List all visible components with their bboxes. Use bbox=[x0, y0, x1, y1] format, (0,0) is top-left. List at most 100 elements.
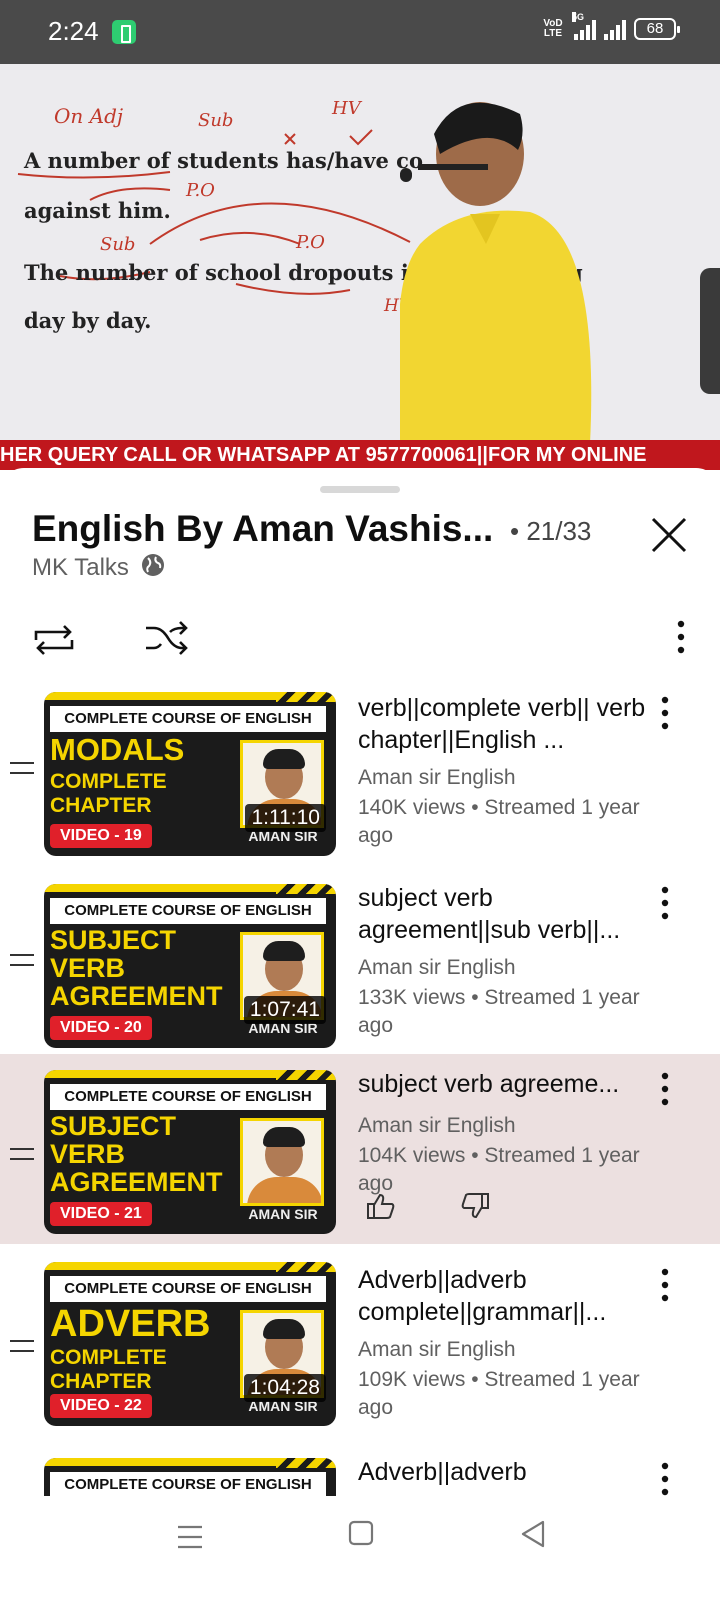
video-channel: Aman sir English bbox=[358, 1114, 516, 1137]
thumb-video-badge: VIDEO - 20 bbox=[50, 1016, 152, 1040]
video-player[interactable]: On Adj Sub HV A number of students has/h… bbox=[0, 64, 720, 468]
thumb-video-badge: VIDEO - 21 bbox=[50, 1202, 152, 1226]
like-icon[interactable] bbox=[366, 1192, 396, 1220]
video-meta: 140K views • Streamed 1 year ago bbox=[358, 796, 640, 847]
thumb-line-2: VERB bbox=[50, 1139, 126, 1169]
thumb-video-badge: VIDEO - 22 bbox=[50, 1394, 152, 1418]
handwriting-po-1: P.O bbox=[186, 180, 215, 201]
close-icon[interactable] bbox=[650, 516, 688, 554]
reorder-handle-icon[interactable] bbox=[10, 762, 34, 782]
screen: 2:24 VoD LTE 5G 68 On Adj Sub HV A numbe… bbox=[0, 0, 720, 1612]
thumb-stripes bbox=[276, 884, 336, 894]
video-title[interactable]: subject verb agreeme... bbox=[358, 1068, 648, 1100]
board-line-3: The number of school dropouts is /ar bbox=[24, 260, 461, 285]
video-meta: 133K views • Streamed 1 year ago bbox=[358, 986, 640, 1037]
recent-apps-icon[interactable] bbox=[176, 1524, 204, 1550]
thumb-line-2: COMPLETE bbox=[50, 1346, 167, 1369]
thumb-stripes bbox=[276, 692, 336, 702]
video-thumbnail[interactable]: COMPLETE COURSE OF ENGLISH bbox=[44, 1458, 336, 1496]
battery-saver-icon bbox=[112, 20, 136, 44]
thumb-line-3: CHAPTER bbox=[50, 1370, 152, 1393]
video-channel: Aman sir English bbox=[358, 766, 516, 789]
playlist-panel: English By Aman Vashis... • 21/33 MK Tal… bbox=[0, 468, 720, 1612]
thumb-line-3: CHAPTER bbox=[50, 794, 152, 817]
handwriting-sub-2: Sub bbox=[100, 234, 136, 255]
status-time: 2:24 bbox=[48, 16, 99, 46]
thumb-brand: AMAN SIR bbox=[248, 1206, 318, 1222]
duration-badge: 1:07:41 bbox=[243, 996, 326, 1024]
video-thumbnail[interactable]: COMPLETE COURSE OF ENGLISH SUBJECT VERB … bbox=[44, 1070, 336, 1234]
dislike-icon[interactable] bbox=[460, 1192, 490, 1220]
video-thumbnail[interactable]: COMPLETE COURSE OF ENGLISH SUBJECT VERB … bbox=[44, 884, 336, 1048]
network-label-lte: LTE bbox=[543, 28, 563, 39]
reorder-handle-icon[interactable] bbox=[10, 1340, 34, 1360]
signal-icon bbox=[604, 18, 626, 40]
reorder-handle-icon[interactable] bbox=[10, 954, 34, 974]
globe-icon bbox=[142, 554, 164, 576]
playlist-item[interactable]: COMPLETE COURSE OF ENGLISH MODALS COMPLE… bbox=[0, 682, 720, 872]
video-meta: 104K views • Streamed 1 year ago bbox=[358, 1144, 640, 1195]
video-title[interactable]: Adverb||adverb bbox=[358, 1456, 648, 1488]
more-options-icon[interactable] bbox=[660, 886, 670, 920]
board-line-4: day by day. bbox=[24, 308, 152, 333]
drag-handle[interactable] bbox=[320, 486, 400, 493]
thumb-line-3: AGREEMENT bbox=[50, 981, 223, 1011]
board-line-1: A number of students has/have co bbox=[24, 148, 423, 173]
playlist-item[interactable]: COMPLETE COURSE OF ENGLISH ADVERB COMPLE… bbox=[0, 1250, 720, 1440]
video-title[interactable]: Adverb||adverb complete||grammar||... bbox=[358, 1264, 648, 1328]
thumb-stripes bbox=[276, 1070, 336, 1080]
playlist-item[interactable]: COMPLETE COURSE OF ENGLISH SUBJECT VERB … bbox=[0, 872, 720, 1062]
playlist-title[interactable]: English By Aman Vashis... bbox=[32, 508, 493, 550]
thumb-line-1: MODALS bbox=[50, 732, 185, 767]
status-icons: VoD LTE 5G 68 bbox=[540, 12, 680, 40]
more-options-icon[interactable] bbox=[660, 1072, 670, 1106]
playlist-channel[interactable]: MK Talks bbox=[32, 554, 129, 582]
playlist-position: • 21/33 bbox=[510, 516, 592, 546]
thumb-video-badge: VIDEO - 19 bbox=[50, 824, 152, 848]
duration-badge: 1:11:10 bbox=[245, 804, 326, 832]
thumb-photo bbox=[240, 1118, 324, 1206]
video-channel: Aman sir English bbox=[358, 1338, 516, 1361]
status-bar: 2:24 VoD LTE 5G 68 bbox=[0, 0, 720, 64]
thumb-header: COMPLETE COURSE OF ENGLISH bbox=[50, 1472, 326, 1496]
thumb-line-2: VERB bbox=[50, 953, 126, 983]
thumb-header: COMPLETE COURSE OF ENGLISH bbox=[50, 898, 326, 924]
battery-icon: 68 bbox=[634, 18, 680, 40]
thumb-line-1: SUBJECT bbox=[50, 1111, 177, 1141]
volte-icon: VoD LTE bbox=[540, 19, 566, 39]
thumb-header: COMPLETE COURSE OF ENGLISH bbox=[50, 1084, 326, 1110]
more-options-icon[interactable] bbox=[660, 696, 670, 730]
teacher-figure bbox=[400, 102, 592, 444]
thumb-line-1: SUBJECT bbox=[50, 925, 177, 955]
playlist-more-icon[interactable] bbox=[676, 620, 686, 654]
side-toolbar[interactable] bbox=[700, 268, 720, 394]
playlist-item[interactable]: COMPLETE COURSE OF ENGLISH Adverb||adver… bbox=[0, 1446, 720, 1496]
system-nav-bar bbox=[0, 1496, 720, 1612]
video-channel: Aman sir English bbox=[358, 956, 516, 979]
video-meta: 109K views • Streamed 1 year ago bbox=[358, 1368, 640, 1419]
loop-icon[interactable] bbox=[32, 620, 76, 660]
thumb-stripes bbox=[276, 1262, 336, 1272]
thumb-header: COMPLETE COURSE OF ENGLISH bbox=[50, 706, 326, 732]
thumb-line-1: ADVERB bbox=[50, 1303, 211, 1345]
playlist-item-current[interactable]: COMPLETE COURSE OF ENGLISH SUBJECT VERB … bbox=[0, 1054, 720, 1244]
video-title[interactable]: subject verb agreement||sub verb||... bbox=[358, 882, 648, 946]
home-icon[interactable] bbox=[348, 1520, 374, 1546]
thumb-line-2: COMPLETE bbox=[50, 770, 167, 793]
thumb-line-3: AGREEMENT bbox=[50, 1167, 223, 1197]
thumb-header: COMPLETE COURSE OF ENGLISH bbox=[50, 1276, 326, 1302]
handwriting-po-2: P.O bbox=[296, 232, 325, 253]
network-label-5g: 5G bbox=[572, 12, 585, 22]
reorder-handle-icon[interactable] bbox=[10, 1148, 34, 1168]
video-title[interactable]: verb||complete verb|| verb chapter||Engl… bbox=[358, 692, 648, 756]
back-icon[interactable] bbox=[520, 1520, 546, 1548]
duration-badge: 1:04:28 bbox=[243, 1374, 326, 1402]
video-thumbnail[interactable]: COMPLETE COURSE OF ENGLISH MODALS COMPLE… bbox=[44, 692, 336, 856]
more-options-icon[interactable] bbox=[660, 1462, 670, 1496]
signal-5g-icon: 5G bbox=[572, 12, 596, 40]
board-line-2: against him. bbox=[24, 198, 171, 223]
ticker-banner: HER QUERY CALL OR WHATSAPP AT 9577700061… bbox=[0, 440, 720, 470]
video-thumbnail[interactable]: COMPLETE COURSE OF ENGLISH ADVERB COMPLE… bbox=[44, 1262, 336, 1426]
more-options-icon[interactable] bbox=[660, 1268, 670, 1302]
shuffle-icon[interactable] bbox=[144, 618, 188, 658]
